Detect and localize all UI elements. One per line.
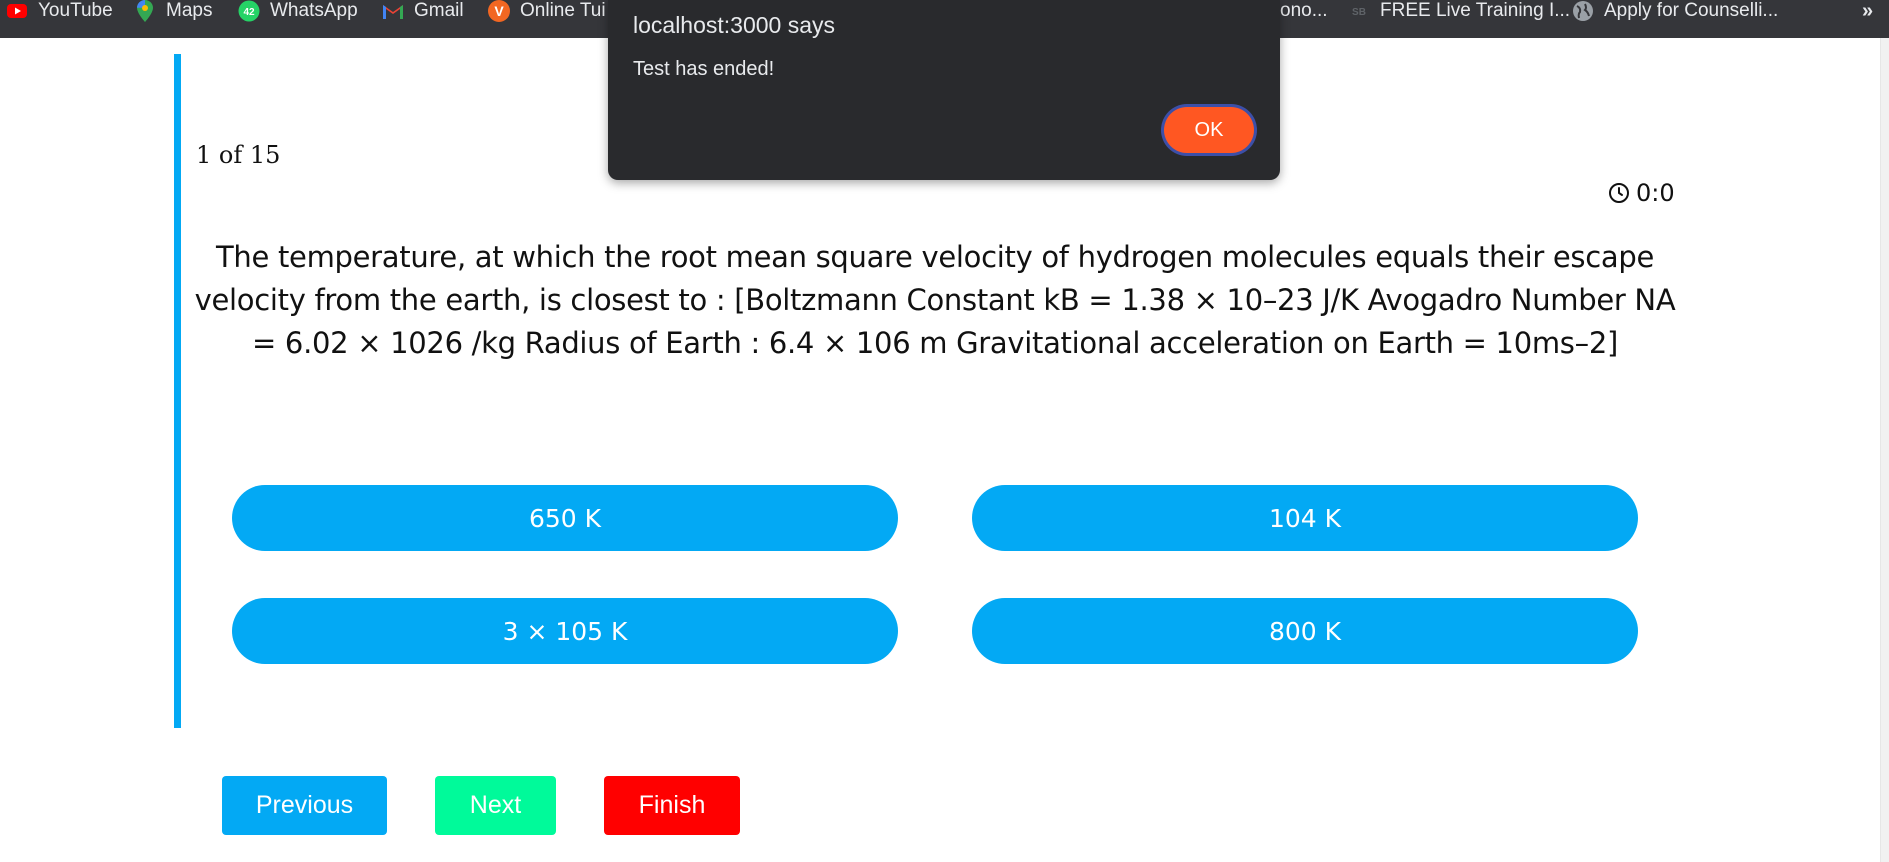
question-counter: 1 of 15 <box>196 141 281 169</box>
bookmark-free-live-training[interactable]: SB FREE Live Training I... <box>1348 0 1570 22</box>
dialog-message: Test has ended! <box>633 58 775 80</box>
bookmark-label: ono... <box>1280 0 1328 21</box>
dialog-origin: localhost:3000 says <box>633 12 836 38</box>
v-logo-icon: V <box>488 0 510 22</box>
question-text: The temperature, at which the root mean … <box>194 240 1676 360</box>
timer-value: 0:0 <box>1636 179 1675 207</box>
globe-icon <box>1572 0 1594 22</box>
bookmark-apply-counselling[interactable]: Apply for Counselli... <box>1572 0 1778 22</box>
bookmark-online-tuition[interactable]: V Online Tui <box>488 0 606 22</box>
svg-text:SB: SB <box>1352 7 1366 18</box>
bookmark-label: Online Tui <box>520 0 606 21</box>
clock-icon <box>1609 183 1629 203</box>
maps-pin-icon <box>134 0 156 22</box>
bookmark-label: Maps <box>166 0 213 21</box>
next-button[interactable]: Next <box>435 776 556 835</box>
bookmark-truncated[interactable]: ono... <box>1280 0 1328 22</box>
bookmark-label: Apply for Counselli... <box>1604 0 1779 21</box>
bookmark-label: YouTube <box>38 0 113 21</box>
bookmark-label: FREE Live Training I... <box>1380 0 1571 21</box>
option-d-button[interactable]: 800 K <box>972 598 1638 664</box>
bookmark-label: WhatsApp <box>270 0 358 21</box>
bookmark-gmail[interactable]: Gmail <box>382 0 464 22</box>
svg-text:V: V <box>494 3 504 19</box>
timer: 0:0 <box>1608 179 1675 207</box>
whatsapp-icon: 42 <box>238 0 260 22</box>
finish-button[interactable]: Finish <box>604 776 740 835</box>
previous-button[interactable]: Previous <box>222 776 387 835</box>
bookmark-label: Gmail <box>414 0 464 21</box>
bookmark-maps[interactable]: Maps <box>134 0 212 22</box>
question-card-accent-bar <box>174 54 181 728</box>
bookmark-whatsapp[interactable]: 42 WhatsApp <box>238 0 358 22</box>
sb-logo-icon: SB <box>1348 0 1370 22</box>
option-b-button[interactable]: 104 K <box>972 485 1638 551</box>
option-c-button[interactable]: 3 × 105 K <box>232 598 898 664</box>
dialog-ok-button[interactable]: OK <box>1164 107 1254 153</box>
chevron-double-right-icon: » <box>1862 0 1874 22</box>
bookmark-youtube[interactable]: YouTube <box>6 0 113 22</box>
bookmarks-overflow-chevron[interactable]: » <box>1862 0 1873 22</box>
svg-text:42: 42 <box>243 7 255 18</box>
alert-dialog: localhost:3000 says Test has ended! OK <box>608 0 1280 180</box>
youtube-icon <box>6 0 28 22</box>
gmail-icon <box>382 0 404 22</box>
page-scrollbar[interactable] <box>1880 38 1889 862</box>
option-a-button[interactable]: 650 K <box>232 485 898 551</box>
